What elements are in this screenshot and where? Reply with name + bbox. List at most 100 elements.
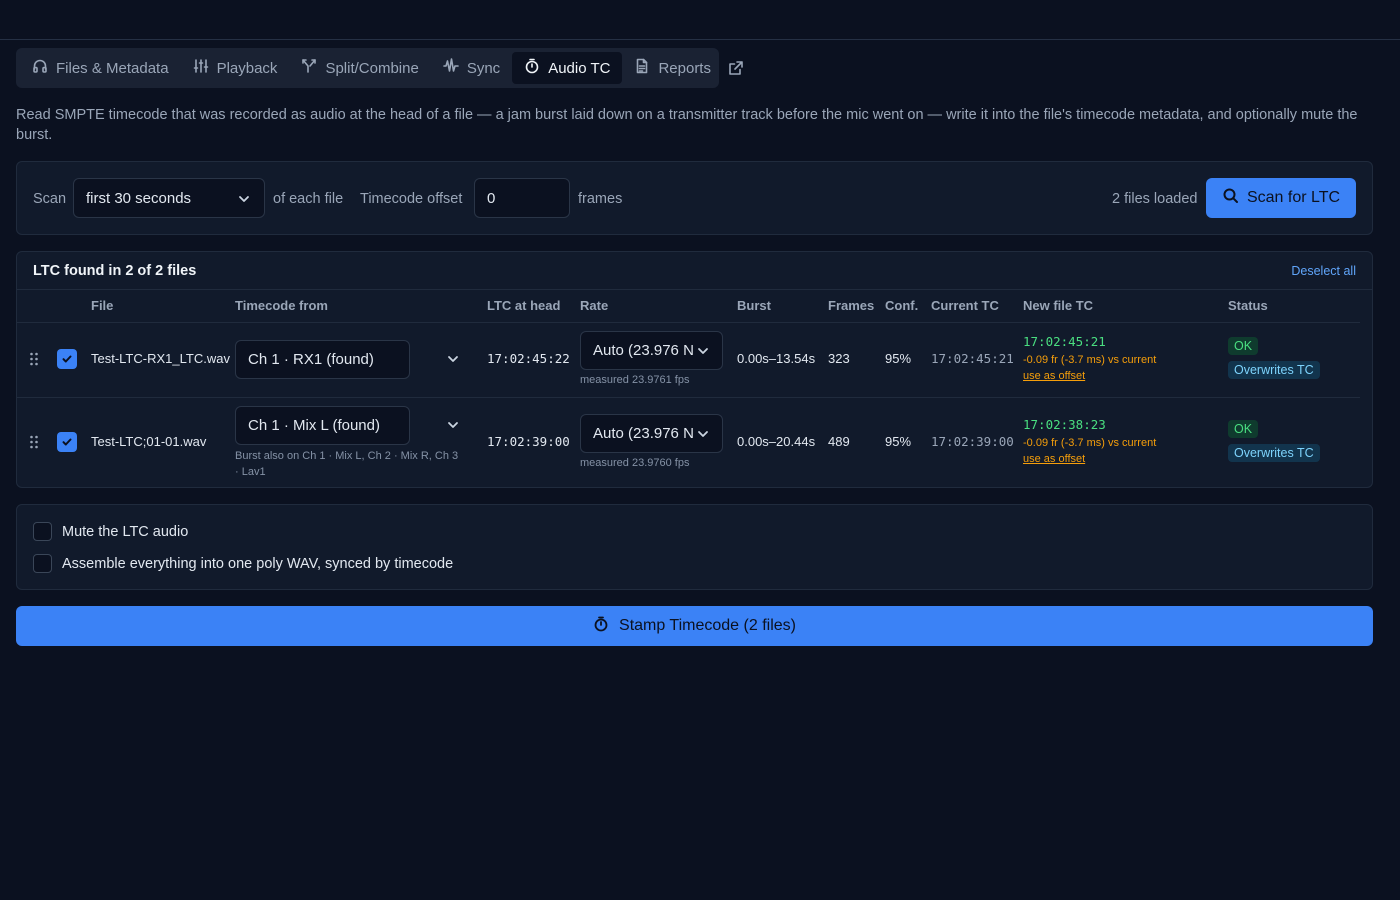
column-header-new-file-tc: New file TC (1023, 298, 1094, 313)
rate-value: Auto (23.976 N (593, 342, 694, 359)
burst-range: 0.00s–20.44s (737, 434, 816, 449)
chevron-down-icon[interactable] (446, 352, 460, 366)
measured-rate: measured 23.9760 fps (580, 457, 690, 469)
confidence: 95% (885, 434, 912, 449)
page-description: Read SMPTE timecode that was recorded as… (16, 107, 1358, 143)
row-select-checkbox[interactable] (57, 349, 77, 369)
new-file-tc: 17:02:38:23 (1023, 417, 1106, 432)
ltc-results-panel: LTC found in 2 of 2 files Deselect all F… (16, 251, 1373, 488)
stopwatch-icon (593, 616, 609, 637)
column-header-conf: Conf. (885, 298, 919, 313)
tab-label: Sync (466, 59, 501, 77)
tab-label: Playback (216, 59, 278, 77)
chevron-down-icon (237, 192, 251, 206)
tab-sync[interactable]: Sync (431, 52, 512, 84)
mute-ltc-checkbox[interactable] (33, 522, 52, 541)
file-name: Test-LTC;01-01.wav (91, 434, 207, 449)
assemble-poly-wav-checkbox[interactable] (33, 554, 52, 573)
tab-label: Files & Metadata (56, 59, 169, 77)
overwrites-badge: Overwrites TC (1228, 444, 1320, 462)
search-icon (1222, 187, 1239, 209)
ltc-at-head: 17:02:39:00 (487, 434, 570, 449)
timecode-offset-input[interactable]: 0 (474, 178, 570, 218)
tab-files-metadata[interactable]: Files & Metadata (20, 52, 181, 84)
overwrites-badge: Overwrites TC (1228, 361, 1320, 379)
offset-value: 0 (487, 189, 496, 207)
scan-range-select[interactable]: first 30 seconds (73, 178, 265, 218)
document-icon (634, 58, 650, 78)
drag-handle-icon[interactable] (29, 352, 39, 366)
row-select-checkbox[interactable] (57, 432, 77, 452)
deselect-all-link[interactable]: Deselect all (1291, 264, 1356, 278)
rate-select[interactable]: Auto (23.976 N (580, 331, 723, 370)
scan-for-ltc-button[interactable]: Scan for LTC (1206, 178, 1356, 218)
stamp-button-label: Stamp Timecode (2 files) (619, 617, 796, 634)
tab-label: Audio TC (548, 59, 611, 77)
status-badge: OK (1228, 337, 1259, 355)
each-file-label: of each file (273, 191, 344, 207)
use-as-offset-link[interactable]: use as offset (1023, 370, 1085, 382)
tab-label: Reports (658, 59, 711, 77)
divider (17, 322, 1360, 323)
column-header-burst: Burst (737, 298, 771, 313)
rate-value: Auto (23.976 N (593, 425, 694, 442)
mute-ltc-label: Mute the LTC audio (62, 523, 189, 540)
timecode-source-select[interactable]: Ch 1 · Mix L (found) (235, 406, 410, 445)
tab-playback[interactable]: Playback (181, 52, 290, 84)
waveform-icon (443, 58, 459, 78)
timecode-source-value: Ch 1 · Mix L (found) (248, 417, 380, 434)
headphones-icon (32, 58, 48, 78)
column-header-status: Status (1228, 298, 1268, 313)
status-badge: OK (1228, 420, 1259, 438)
current-tc: 17:02:39:00 (931, 434, 1014, 449)
external-link-icon[interactable] (728, 60, 744, 76)
scan-range-value: first 30 seconds (86, 189, 192, 207)
use-as-offset-link[interactable]: use as offset (1023, 453, 1085, 465)
scan-label: Scan (33, 191, 67, 207)
tab-label: Split/Combine (325, 59, 419, 77)
stopwatch-icon (524, 58, 540, 78)
stamp-timecode-button[interactable]: Stamp Timecode (2 files) (16, 606, 1373, 646)
chevron-down-icon (696, 427, 710, 441)
column-header-file: File (91, 298, 114, 313)
timecode-source-value: Ch 1 · RX1 (found) (248, 351, 374, 368)
measured-rate: measured 23.9761 fps (580, 374, 690, 386)
divider (17, 397, 1360, 398)
results-title: LTC found in 2 of 2 files (33, 263, 197, 279)
tab-split-combine[interactable]: Split/Combine (289, 52, 430, 84)
assemble-poly-wav-option[interactable]: Assemble everything into one poly WAV, s… (33, 554, 453, 573)
timecode-source-select[interactable]: Ch 1 · RX1 (found) (235, 340, 410, 379)
column-header-ltc-at-head: LTC at head (487, 298, 561, 313)
divider (17, 289, 1372, 290)
confidence: 95% (885, 351, 912, 366)
options-panel: Mute the LTC audio Assemble everything i… (16, 504, 1373, 590)
file-name: Test-LTC-RX1_LTC.wav (91, 351, 230, 366)
chevron-down-icon[interactable] (446, 418, 460, 432)
files-loaded-count: 2 files loaded (1112, 191, 1198, 207)
scan-button-label: Scan for LTC (1246, 189, 1341, 206)
scan-panel: Scan first 30 seconds of each file Timec… (16, 161, 1373, 235)
sliders-icon (193, 58, 209, 78)
frame-count: 489 (828, 434, 850, 449)
ltc-at-head: 17:02:45:22 (487, 351, 570, 366)
burst-also-note: Burst also on Ch 1 · Mix L, Ch 2 · Mix R… (235, 450, 459, 478)
split-icon (301, 58, 317, 78)
tc-delta: -0.09 fr (-3.7 ms) vs current (1023, 437, 1157, 449)
drag-handle-icon[interactable] (29, 435, 39, 449)
top-bar (0, 0, 1400, 40)
frames-label: frames (578, 191, 623, 207)
tab-audio-tc[interactable]: Audio TC (512, 52, 623, 84)
offset-label: Timecode offset (360, 191, 463, 207)
mute-ltc-option[interactable]: Mute the LTC audio (33, 522, 188, 541)
tc-delta: -0.09 fr (-3.7 ms) vs current (1023, 354, 1157, 366)
tab-reports[interactable]: Reports (622, 52, 723, 84)
column-header-rate: Rate (580, 298, 609, 313)
tab-bar: Files & Metadata Playback Split/Combine … (16, 48, 719, 88)
assemble-poly-wav-label: Assemble everything into one poly WAV, s… (62, 555, 454, 572)
rate-select[interactable]: Auto (23.976 N (580, 414, 723, 453)
column-header-frames: Frames (828, 298, 875, 313)
burst-range: 0.00s–13.54s (737, 351, 816, 366)
column-header-timecode-from: Timecode from (235, 298, 328, 313)
chevron-down-icon (696, 344, 710, 358)
column-header-current-tc: Current TC (931, 298, 999, 313)
